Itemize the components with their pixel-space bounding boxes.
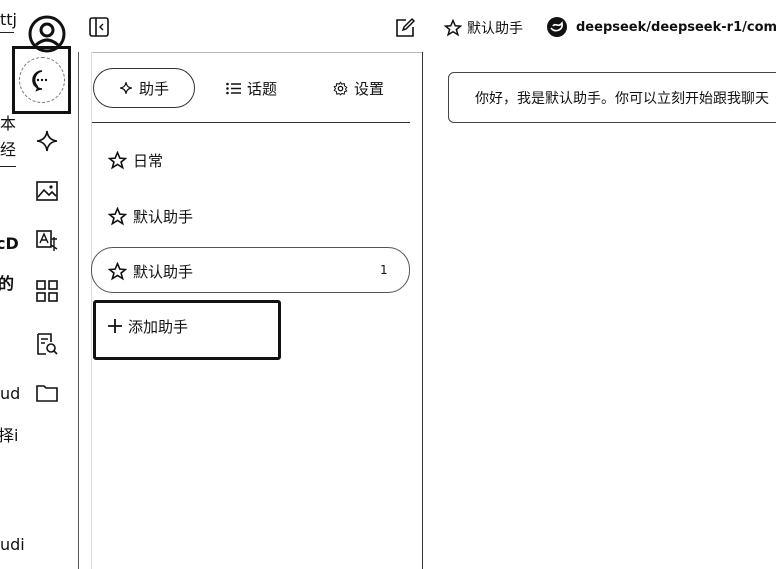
chat-nav-button[interactable] xyxy=(12,46,71,114)
add-assistant-label: 添加助手 xyxy=(128,317,189,336)
tab-label: 设置 xyxy=(354,80,385,98)
bg-text-fragment: cD xyxy=(0,234,19,253)
sidebar-toggle-icon[interactable] xyxy=(89,17,109,37)
star-icon xyxy=(108,151,127,170)
bg-text-fragment: 的 xyxy=(0,274,15,293)
sparkle-icon xyxy=(120,82,132,94)
panel-left-edge xyxy=(91,52,92,569)
list-icon xyxy=(226,82,241,95)
bg-text-fragment: 经 xyxy=(0,140,17,159)
doc-search-icon[interactable] xyxy=(34,330,60,358)
tab-settings[interactable]: 设置 xyxy=(333,78,384,99)
divider xyxy=(0,166,16,167)
star-icon xyxy=(444,19,462,37)
assistant-name: 日常 xyxy=(133,152,164,170)
topic-count-badge: 1 xyxy=(380,263,388,277)
bg-text-fragment: ud xyxy=(0,384,21,403)
divider xyxy=(0,32,14,33)
plus-icon xyxy=(108,319,122,333)
tab-label: 助手 xyxy=(138,79,169,98)
current-assistant-button[interactable]: 默认助手 xyxy=(444,18,523,38)
deepseek-logo-icon xyxy=(547,17,567,37)
greeting-message: 你好，我是默认助手。你可以立刻开始跟我聊天 xyxy=(448,72,776,123)
bg-text-fragment: ttj xyxy=(0,10,17,29)
panel-divider xyxy=(422,52,423,569)
model-selector[interactable]: deepseek/deepseek-r1/commun xyxy=(546,16,776,38)
new-chat-icon[interactable] xyxy=(394,17,416,39)
assistant-name: 默认助手 xyxy=(133,208,194,226)
gear-icon xyxy=(333,81,348,96)
add-assistant-button[interactable]: 添加助手 xyxy=(93,300,281,360)
model-name-label: deepseek/deepseek-r1/commun xyxy=(576,19,776,35)
current-assistant-label: 默认助手 xyxy=(467,21,523,37)
assistant-item-content: 默认助手 xyxy=(108,261,193,282)
sparkle-icon[interactable] xyxy=(34,128,60,154)
greeting-text: 你好，我是默认助手。你可以立刻开始跟我聊天 xyxy=(475,90,769,107)
tab-assistants[interactable]: 助手 xyxy=(93,68,195,108)
assistant-item[interactable]: 日常 xyxy=(108,150,163,171)
tab-label: 话题 xyxy=(247,80,278,98)
assistant-item[interactable]: 默认助手 xyxy=(108,206,193,227)
chat-icon xyxy=(18,57,65,103)
tab-topics[interactable]: 话题 xyxy=(226,78,277,99)
folder-icon[interactable] xyxy=(34,380,60,406)
star-icon xyxy=(108,207,127,226)
translate-icon[interactable] xyxy=(34,228,60,254)
rail-divider xyxy=(78,52,79,569)
tabs-divider xyxy=(92,122,410,123)
assistant-name: 默认助手 xyxy=(133,263,194,281)
star-icon xyxy=(108,262,127,281)
image-icon[interactable] xyxy=(34,178,60,204)
top-divider xyxy=(91,52,422,53)
bg-text-fragment: udi xyxy=(0,535,25,554)
bg-text-fragment: 择i xyxy=(0,426,19,445)
apps-icon[interactable] xyxy=(34,278,60,304)
